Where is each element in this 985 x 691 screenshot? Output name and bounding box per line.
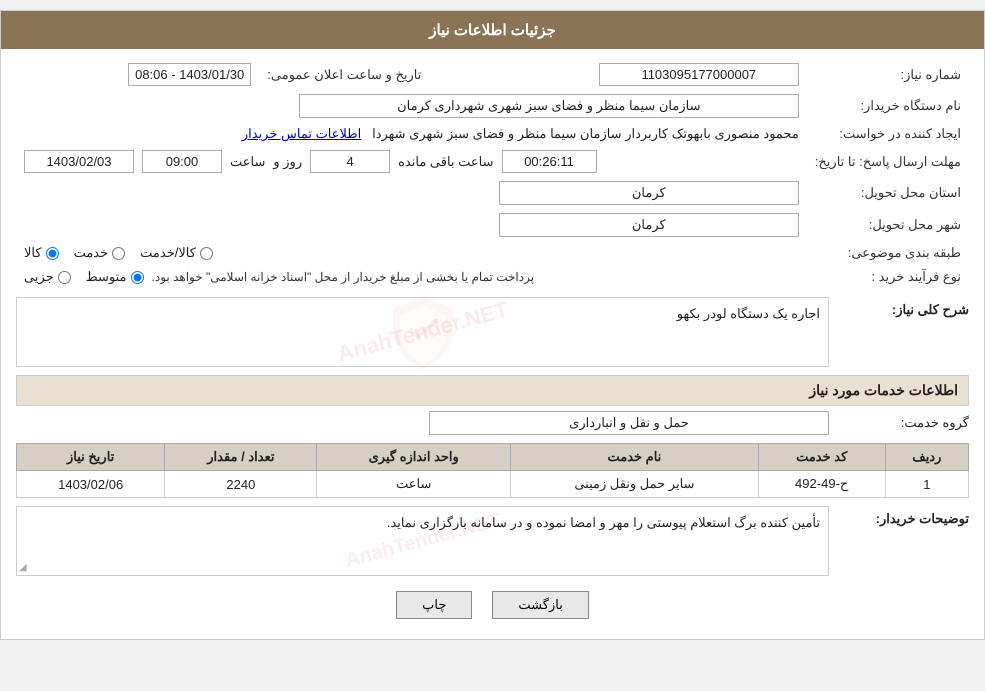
page-title: جزئیات اطلاعات نیاز (1, 11, 984, 49)
deadline-remaining-label: ساعت باقی مانده (398, 154, 493, 170)
cell-date: 1403/02/06 (17, 471, 165, 498)
cell-qty: 2240 (165, 471, 317, 498)
need-number-value: 1103095177000007 (599, 63, 799, 86)
cell-code: ح-49-492 (758, 471, 885, 498)
table-row: 1 ح-49-492 سایر حمل ونقل زمینی ساعت 2240… (17, 471, 969, 498)
deadline-days-label: روز و (273, 154, 302, 170)
col-date: تاریخ نیاز (17, 444, 165, 471)
creator-contact-link[interactable]: اطلاعات تماس خریدار (242, 126, 361, 141)
col-unit: واحد اندازه گیری (317, 444, 511, 471)
cell-name: سایر حمل ونقل زمینی (511, 471, 759, 498)
label-category: طبقه بندی موضوعی: (807, 241, 969, 265)
label-city: شهر محل تحویل: (807, 209, 969, 241)
label-org: نام دستگاه خریدار: (807, 90, 969, 122)
deadline-time-label: ساعت (230, 154, 265, 170)
group-service-value: حمل و نقل و انبارداری (429, 411, 829, 435)
col-qty: تعداد / مقدار (165, 444, 317, 471)
back-button[interactable]: بازگشت (492, 591, 588, 619)
label-date: تاریخ و ساعت اعلان عمومی: (259, 59, 429, 90)
process-option-jozi[interactable]: جزیی (24, 269, 71, 285)
process-note: پرداخت تمام یا بخشی از مبلغ خریدار از مح… (152, 270, 535, 284)
province-value: کرمان (499, 181, 799, 205)
deadline-time-value: 09:00 (142, 150, 222, 173)
buyer-notes-value: تأمین کننده برگ استعلام پیوستی را مهر و … (387, 515, 820, 530)
date-value: 1403/01/30 - 08:06 (128, 63, 251, 86)
col-name: نام خدمت (511, 444, 759, 471)
city-value: کرمان (499, 213, 799, 237)
label-province: استان محل تحویل: (807, 177, 969, 209)
deadline-days-value: 4 (310, 150, 390, 173)
label-group-service: گروه خدمت: (829, 415, 969, 431)
col-code: کد خدمت (758, 444, 885, 471)
category-option-khedmat[interactable]: خدمت (74, 245, 126, 261)
label-process: نوع فرآیند خرید : (807, 265, 969, 289)
process-option-motavaset[interactable]: متوسط (86, 269, 144, 285)
cell-row: 1 (885, 471, 968, 498)
deadline-date-value: 1403/02/03 (24, 150, 134, 173)
resize-handle-icon: ◢ (19, 562, 27, 573)
col-row: ردیف (885, 444, 968, 471)
print-button[interactable]: چاپ (396, 591, 472, 619)
category-option-kala[interactable]: کالا (24, 245, 59, 261)
label-need-number: شماره نیاز: (807, 59, 969, 90)
cell-unit: ساعت (317, 471, 511, 498)
org-name-value: سازمان سیما منظر و فضای سبز شهری شهرداری… (299, 94, 799, 118)
label-creator: ایجاد کننده در خواست: (807, 122, 969, 146)
category-option-kala-khedmat[interactable]: کالا/خدمت (140, 245, 213, 261)
deadline-remaining-value: 00:26:11 (502, 150, 597, 173)
section-description-title: شرح کلی نیاز: (892, 302, 969, 317)
label-deadline: مهلت ارسال پاسخ: تا تاریخ: (807, 146, 969, 177)
services-table: ردیف کد خدمت نام خدمت واحد اندازه گیری ت… (16, 443, 969, 498)
section-buyer-title: توضیحات خریدار: (876, 511, 969, 526)
creator-name-value: محمود منصوری بابهوتک کاربردار سازمان سیم… (372, 126, 799, 141)
section-services-header: اطلاعات خدمات مورد نیاز (16, 375, 969, 406)
description-value: اجاره یک دستگاه لودر بکهو (17, 298, 828, 330)
